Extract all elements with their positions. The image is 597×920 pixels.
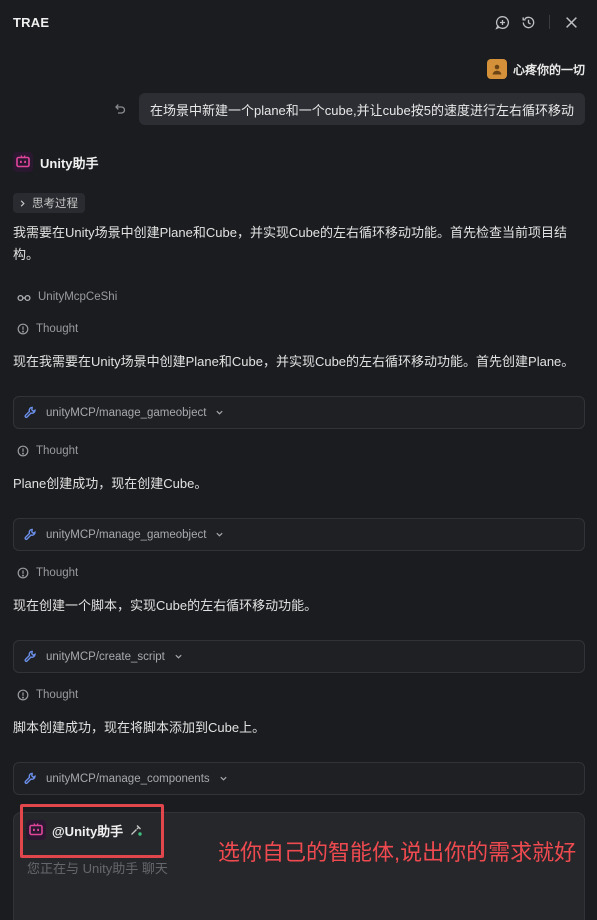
composer-placeholder: 您正在与 Unity助手 聊天 [27, 861, 168, 876]
user-avatar [486, 59, 507, 79]
step-text: 脚本创建成功，现在将脚本添加到Cube上。 [13, 720, 266, 735]
thought-icon [17, 445, 29, 457]
annotation-text: 选你自己的智能体,说出你的需求就好 [218, 840, 577, 865]
tool-name: unityMCP/create_script [46, 650, 165, 663]
project-name: UnityMcpCeShi [38, 291, 118, 303]
tool-call-card[interactable]: unityMCP/manage_components [13, 762, 585, 795]
thought-label: Thought [36, 689, 79, 701]
history-icon[interactable] [515, 9, 541, 35]
highlight-box [20, 804, 164, 858]
user-message-row: 在场景中新建一个plane和一个cube,并让cube按5的速度进行左右循环移动 [111, 93, 585, 125]
glasses-icon [17, 294, 31, 302]
thought-icon [17, 689, 29, 701]
chevron-down-icon [216, 410, 224, 415]
header: TRAE [0, 0, 597, 44]
header-actions [489, 9, 584, 35]
thought-row: Thought [17, 689, 78, 701]
tool-call-card[interactable]: unityMCP/create_script [13, 640, 585, 673]
tool-name: unityMCP/manage_gameobject [46, 528, 207, 541]
assistant-header: Unity助手 [13, 152, 99, 172]
thought-row: Thought [17, 567, 78, 579]
wrench-icon [24, 406, 36, 418]
chevron-right-icon [20, 199, 25, 207]
chevron-down-icon [175, 654, 182, 659]
header-divider [549, 15, 550, 29]
thought-label: Thought [36, 323, 79, 335]
assistant-name: Unity助手 [40, 155, 99, 171]
user-name: 心疼你的一切 [512, 62, 585, 77]
new-chat-icon[interactable] [489, 9, 515, 35]
tool-name: unityMCP/manage_gameobject [46, 406, 207, 419]
chevron-down-icon [216, 532, 224, 537]
assistant-intro-text: 我需要在Unity场景中创建Plane和Cube，并实现Cube的左右循环移动功… [13, 225, 568, 262]
tool-call-card[interactable]: unityMCP/manage_gameobject [13, 396, 585, 429]
chevron-down-icon [220, 776, 227, 781]
undo-icon[interactable] [111, 100, 129, 118]
step-text: 现在我需要在Unity场景中创建Plane和Cube，并实现Cube的左右循环移… [13, 354, 575, 369]
step-text: 现在创建一个脚本，实现Cube的左右循环移动功能。 [13, 598, 318, 613]
unity-assistant-logo-icon [13, 152, 33, 172]
thought-label: Thought [36, 567, 79, 579]
thought-label: Thought [36, 445, 79, 457]
thought-icon [17, 567, 29, 579]
step-text: Plane创建成功，现在创建Cube。 [13, 476, 208, 491]
tool-name: unityMCP/manage_components [46, 772, 210, 785]
wrench-icon [24, 650, 36, 662]
close-icon[interactable] [558, 9, 584, 35]
thinking-process-toggle[interactable]: 思考过程 [13, 193, 85, 213]
user-message-bubble: 在场景中新建一个plane和一个cube,并让cube按5的速度进行左右循环移动 [138, 93, 585, 125]
thinking-process-label: 思考过程 [32, 198, 78, 210]
tool-call-card[interactable]: unityMCP/manage_gameobject [13, 518, 585, 551]
project-row: UnityMcpCeShi [17, 291, 117, 303]
thought-row: Thought [17, 323, 78, 335]
app-title: TRAE [13, 14, 50, 30]
wrench-icon [24, 772, 36, 784]
thought-row: Thought [17, 445, 78, 457]
user-identity: 心疼你的一切 [486, 59, 585, 79]
wrench-icon [24, 528, 36, 540]
thought-icon [17, 323, 29, 335]
